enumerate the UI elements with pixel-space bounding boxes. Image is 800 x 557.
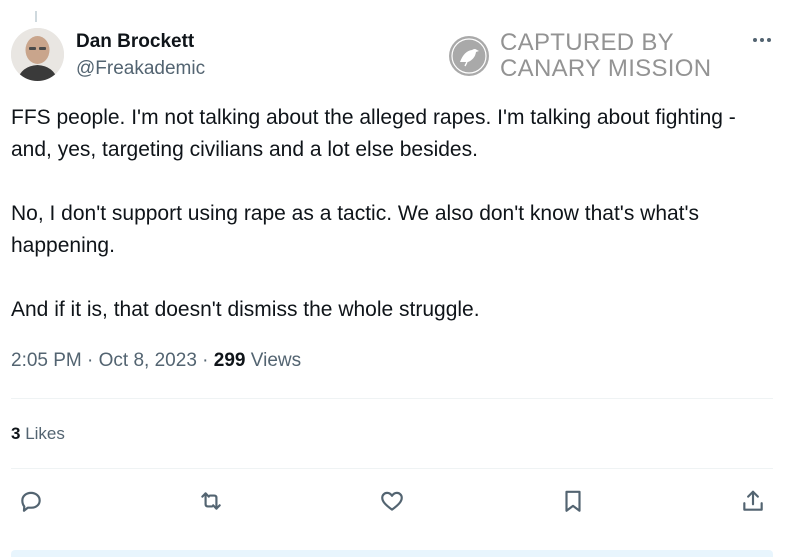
likes-count: 3: [11, 424, 21, 443]
avatar-photo-icon: [11, 28, 64, 81]
canary-mission-watermark: CAPTURED BY CANARY MISSION: [448, 30, 711, 82]
tweet-text: FFS people. I'm not talking about the al…: [11, 102, 751, 326]
tweet-time[interactable]: 2:05 PM: [11, 350, 82, 371]
tweet-paragraph: No, I don't support using rape as a tact…: [11, 202, 700, 257]
more-dot: [760, 38, 764, 42]
more-dot: [767, 38, 771, 42]
watermark-line2: CANARY MISSION: [500, 55, 712, 82]
more-options-icon[interactable]: [748, 28, 776, 52]
canary-bird-seal-icon: [449, 36, 489, 76]
more-dot: [753, 38, 757, 42]
meta-separator: ·: [202, 350, 209, 371]
divider: [11, 398, 773, 399]
author-handle[interactable]: @Freakademic: [76, 58, 205, 80]
meta-separator: ·: [87, 350, 94, 371]
thread-connector-line: [35, 11, 37, 22]
views-label: Views: [250, 350, 302, 371]
share-icon: [743, 490, 763, 511]
likes-link[interactable]: 3 Likes: [11, 424, 65, 444]
avatar[interactable]: [11, 28, 64, 81]
retweet-button[interactable]: [196, 486, 226, 516]
like-button[interactable]: [377, 486, 407, 516]
author-name[interactable]: Dan Brockett: [76, 31, 194, 53]
tweet-paragraph: And if it is, that doesn't dismiss the w…: [11, 298, 480, 321]
tweet-paragraph: FFS people. I'm not talking about the al…: [11, 106, 736, 161]
divider: [11, 468, 773, 469]
heart-icon: [381, 491, 403, 511]
watermark-line1: CAPTURED BY: [500, 29, 674, 56]
watermark-text: CAPTURED BY CANARY MISSION: [500, 30, 711, 82]
retweet-icon: [201, 492, 221, 510]
likes-label: Likes: [25, 424, 65, 443]
reply-button[interactable]: [16, 486, 46, 516]
tweet-date[interactable]: Oct 8, 2023: [99, 350, 197, 371]
tweet-meta: 2:05 PM · Oct 8, 2023 · 299 Views: [11, 350, 301, 372]
views-count: 299: [213, 350, 246, 371]
reply-icon: [21, 491, 41, 512]
share-button[interactable]: [738, 486, 768, 516]
bookmark-icon: [565, 490, 581, 512]
bookmark-button[interactable]: [558, 486, 588, 516]
reply-area-edge: [11, 550, 773, 557]
